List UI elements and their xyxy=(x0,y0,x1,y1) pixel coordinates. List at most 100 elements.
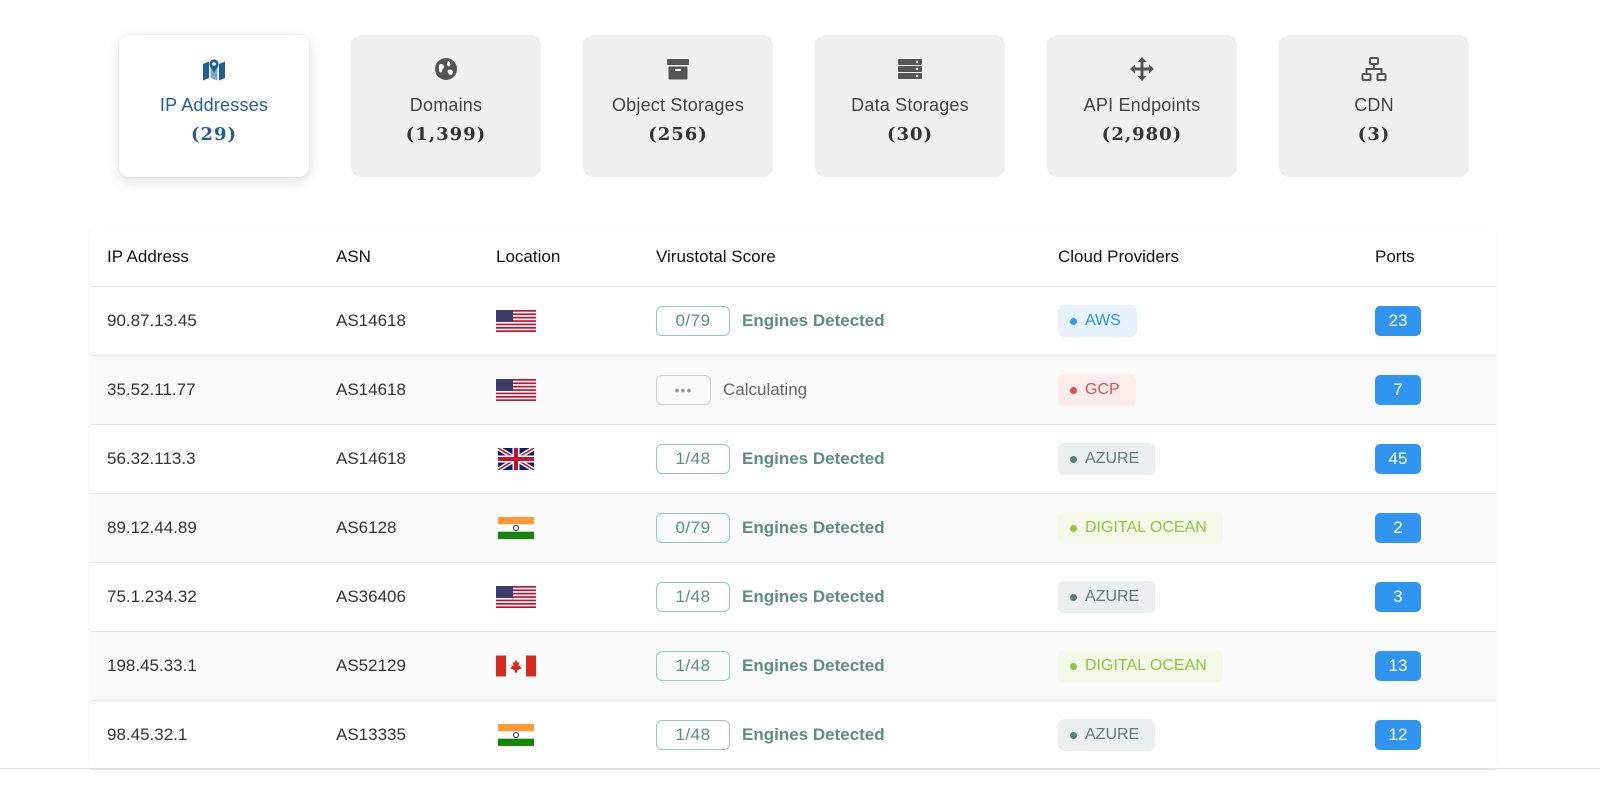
cloud-provider-badge: AZURE xyxy=(1058,719,1156,751)
cloud-provider-badge: DIGITAL OCEAN xyxy=(1058,512,1223,544)
cell-virustotal-score: 1/48 Engines Detected xyxy=(639,700,1041,770)
ports-count-badge[interactable]: 45 xyxy=(1375,444,1421,474)
cloud-provider-badge: AWS xyxy=(1058,305,1137,337)
cell-ip: 198.45.33.1 xyxy=(90,631,319,701)
virustotal-score[interactable]: 1/48 Engines Detected xyxy=(656,444,1041,474)
card-label: Object Storages xyxy=(611,95,745,115)
ports-count-badge[interactable]: 3 xyxy=(1375,582,1421,612)
virustotal-score[interactable]: ••• Calculating xyxy=(656,375,1041,405)
ip-address-text[interactable]: 75.1.234.32 xyxy=(107,587,197,606)
flag-icon xyxy=(496,724,639,746)
virustotal-score[interactable]: 1/48 Engines Detected xyxy=(656,582,1041,612)
cell-asn: AS14618 xyxy=(319,355,479,425)
score-status-text: Engines Detected xyxy=(742,656,885,675)
cell-asn: AS6128 xyxy=(319,493,479,563)
card-domains[interactable]: Domains (1,399) xyxy=(351,35,541,177)
card-count: (256) xyxy=(648,124,708,145)
cell-location xyxy=(479,424,639,494)
score-status-text: Engines Detected xyxy=(742,449,885,468)
ip-address-text[interactable]: 98.45.32.1 xyxy=(107,725,187,744)
flag-icon xyxy=(496,310,639,332)
ports-count-badge[interactable]: 2 xyxy=(1375,513,1421,543)
ports-count-badge[interactable]: 13 xyxy=(1375,651,1421,681)
cloud-provider-badge: GCP xyxy=(1058,374,1136,406)
cell-location xyxy=(479,493,639,563)
table-row[interactable]: 198.45.33.1 AS52129 1/48 Engines Detecte… xyxy=(90,631,1496,701)
table-row[interactable]: 98.45.32.1 AS13335 1/48 Engines Detected… xyxy=(90,700,1496,770)
cloud-provider-label: DIGITAL OCEAN xyxy=(1085,519,1207,536)
cell-virustotal-score: 1/48 Engines Detected xyxy=(639,562,1041,632)
header-asn[interactable]: ASN xyxy=(319,228,479,287)
score-badge: 1/48 xyxy=(656,582,730,612)
status-dot-icon xyxy=(1070,731,1077,739)
flag-icon xyxy=(496,517,639,539)
score-badge: 1/48 xyxy=(656,720,730,750)
asn-text: AS13335 xyxy=(336,725,406,744)
score-status-text: Engines Detected xyxy=(742,725,885,744)
header-virustotal-score[interactable]: Virustotal Score xyxy=(639,228,1041,287)
score-status-text: Engines Detected xyxy=(742,587,885,606)
cell-ip: 89.12.44.89 xyxy=(90,493,319,563)
score-badge: 0/79 xyxy=(656,306,730,336)
score-badge: 0/79 xyxy=(656,513,730,543)
virustotal-score[interactable]: 0/79 Engines Detected xyxy=(656,306,1041,336)
table-row[interactable]: 56.32.113.3 AS14618 1/48 Engines Detecte… xyxy=(90,424,1496,494)
ports-count-badge[interactable]: 7 xyxy=(1375,375,1421,405)
virustotal-score[interactable]: 1/48 Engines Detected xyxy=(656,651,1041,681)
page: IP Addresses (29) Domains (1,399) Object… xyxy=(0,0,1600,791)
header-ip-address[interactable]: IP Address xyxy=(90,228,319,287)
ports-count-badge[interactable]: 23 xyxy=(1375,306,1421,336)
cloud-provider-badge: DIGITAL OCEAN xyxy=(1058,650,1223,682)
table-row[interactable]: 90.87.13.45 AS14618 0/79 Engines Detecte… xyxy=(90,286,1496,356)
score-badge: ••• xyxy=(656,375,711,405)
score-status-text: Engines Detected xyxy=(742,311,885,330)
score-status-text: Calculating xyxy=(723,380,808,399)
table-row[interactable]: 89.12.44.89 AS6128 0/79 Engines Detected… xyxy=(90,493,1496,563)
header-location[interactable]: Location xyxy=(479,228,639,287)
status-dot-icon xyxy=(1070,386,1077,394)
cell-location xyxy=(479,355,639,425)
ip-address-text[interactable]: 56.32.113.3 xyxy=(107,449,196,468)
cell-ip: 56.32.113.3 xyxy=(90,424,319,494)
ports-count-badge[interactable]: 12 xyxy=(1375,720,1421,750)
score-status-text: Engines Detected xyxy=(742,518,885,537)
card-label: Data Storages xyxy=(851,95,969,115)
virustotal-score[interactable]: 0/79 Engines Detected xyxy=(656,513,1041,543)
table-row[interactable]: 75.1.234.32 AS36406 1/48 Engines Detecte… xyxy=(90,562,1496,632)
cell-ports: 7 xyxy=(1358,355,1496,425)
status-dot-icon xyxy=(1070,317,1077,325)
cell-ports: 13 xyxy=(1358,631,1496,701)
card-count: (29) xyxy=(190,124,238,145)
virustotal-score[interactable]: 1/48 Engines Detected xyxy=(656,720,1041,750)
flag-icon xyxy=(496,379,639,401)
card-api-endpoints[interactable]: API Endpoints (2,980) xyxy=(1047,35,1237,177)
card-data-storages[interactable]: Data Storages (30) xyxy=(815,35,1005,177)
card-count: (1,399) xyxy=(405,124,487,145)
ip-address-text[interactable]: 198.45.33.1 xyxy=(107,656,197,675)
card-object-storages[interactable]: Object Storages (256) xyxy=(583,35,773,177)
ip-address-text[interactable]: 89.12.44.89 xyxy=(107,518,197,537)
card-label: CDN xyxy=(1354,95,1394,115)
table-row[interactable]: 35.52.11.77 AS14618 ••• Calculating GCP … xyxy=(90,355,1496,425)
cell-cloud-provider: AZURE xyxy=(1041,700,1358,770)
header-ports[interactable]: Ports xyxy=(1358,228,1496,287)
asn-text: AS6128 xyxy=(336,518,397,537)
cell-cloud-provider: DIGITAL OCEAN xyxy=(1041,631,1358,701)
cloud-provider-label: DIGITAL OCEAN xyxy=(1085,657,1207,674)
cell-cloud-provider: DIGITAL OCEAN xyxy=(1041,493,1358,563)
header-cloud-providers[interactable]: Cloud Providers xyxy=(1041,228,1358,287)
card-count: (30) xyxy=(886,124,934,145)
status-dot-icon xyxy=(1070,593,1077,601)
cell-virustotal-score: 1/48 Engines Detected xyxy=(639,631,1041,701)
ip-address-text[interactable]: 90.87.13.45 xyxy=(107,311,197,330)
asn-text: AS14618 xyxy=(336,449,406,468)
card-ip-addresses[interactable]: IP Addresses (29) xyxy=(119,35,309,177)
cloud-provider-badge: AZURE xyxy=(1058,443,1156,475)
cell-ip: 35.52.11.77 xyxy=(90,355,319,425)
card-cdn[interactable]: CDN (3) xyxy=(1279,35,1469,177)
ip-address-text[interactable]: 35.52.11.77 xyxy=(107,380,196,399)
card-label: IP Addresses xyxy=(159,95,269,115)
cell-cloud-provider: AWS xyxy=(1041,286,1358,356)
table-header-row: IP Address ASN Location Virustotal Score… xyxy=(90,228,1496,287)
cell-ip: 98.45.32.1 xyxy=(90,700,319,770)
